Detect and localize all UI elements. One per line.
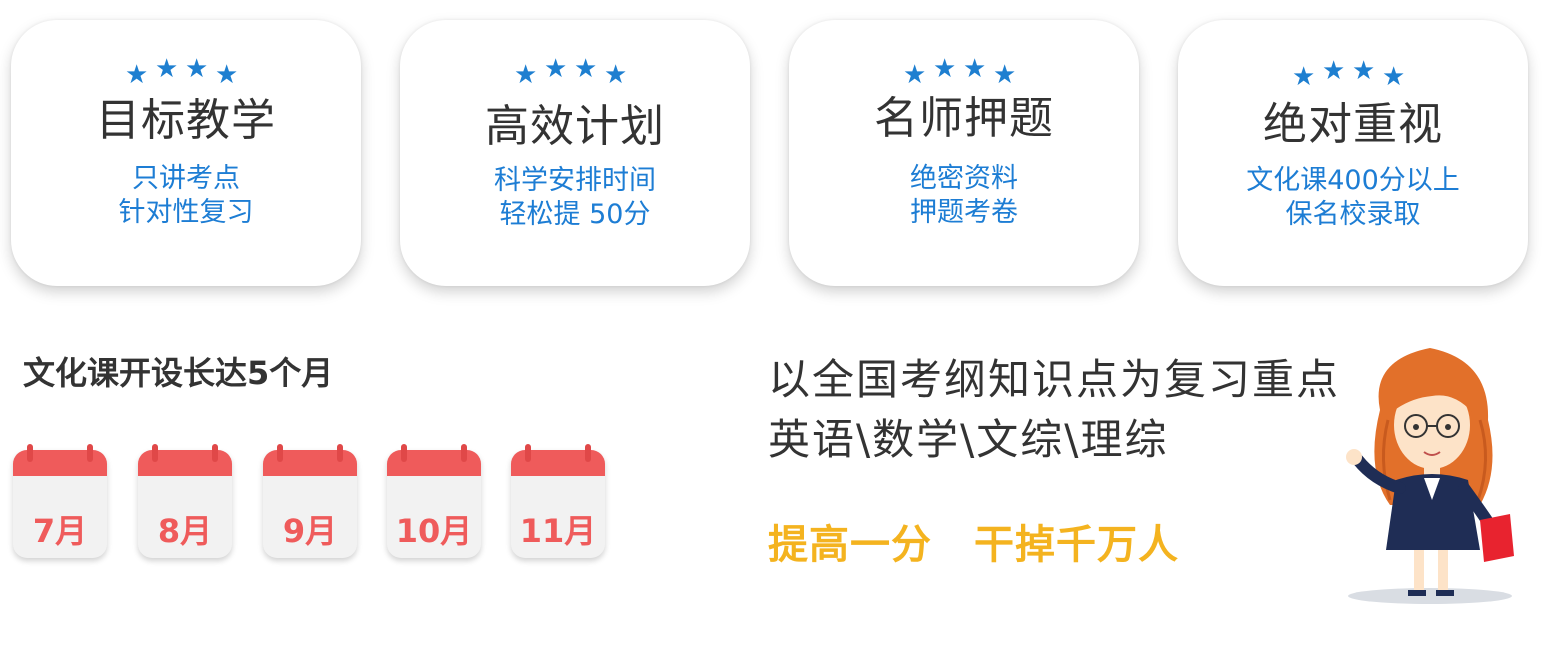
calendar-month: 9月 bbox=[263, 444, 357, 558]
star-icon: ★ bbox=[1352, 56, 1376, 86]
star-icon: ★ bbox=[604, 60, 628, 90]
feature-line: 只讲考点 bbox=[132, 163, 240, 194]
star-icon: ★ bbox=[1322, 56, 1346, 86]
star-icon: ★ bbox=[185, 54, 209, 84]
feature-line: 押题考卷 bbox=[910, 197, 1018, 228]
star-icon: ★ bbox=[155, 54, 179, 84]
star-icon: ★ bbox=[1292, 62, 1316, 92]
feature-line: 保名校录取 bbox=[1285, 199, 1421, 230]
feature-card-4: ★ ★ ★ ★ 绝对重视 文化课400分以上 保名校录取 bbox=[1178, 20, 1528, 286]
tagline-part-1: 提高一分 bbox=[768, 522, 932, 568]
calendar-ring bbox=[401, 444, 407, 462]
calendar-icon: 8月 bbox=[138, 450, 232, 558]
star-icon: ★ bbox=[544, 54, 568, 84]
star-icon: ★ bbox=[514, 60, 538, 90]
month-label: 11月 bbox=[519, 512, 597, 550]
calendar-ring bbox=[277, 444, 283, 462]
feature-title: 目标教学 bbox=[96, 95, 276, 146]
feature-line: 绝密资料 bbox=[910, 163, 1018, 194]
calendar-ring bbox=[525, 444, 531, 462]
calendar-ring bbox=[461, 444, 467, 462]
feature-card-1: ★ ★ ★ ★ 目标教学 只讲考点 针对性复习 bbox=[11, 20, 361, 286]
calendar-month: 10月 bbox=[387, 444, 481, 558]
calendar-ring bbox=[152, 444, 158, 462]
calendar-ring bbox=[212, 444, 218, 462]
feature-line: 轻松提 50分 bbox=[499, 199, 651, 230]
feature-title: 名师押题 bbox=[874, 93, 1054, 144]
feature-title: 绝对重视 bbox=[1263, 99, 1443, 150]
tagline-part-2: 干掉千万人 bbox=[974, 522, 1179, 568]
star-icon: ★ bbox=[1382, 62, 1406, 92]
month-label: 7月 bbox=[32, 512, 88, 550]
slogan-line-1: 以全国考纲知识点为复习重点 bbox=[768, 355, 1341, 404]
calendar-ring bbox=[87, 444, 93, 462]
calendar-ring bbox=[585, 444, 591, 462]
feature-description: 文化课400分以上 保名校录取 bbox=[1178, 164, 1528, 232]
calendar-icon: 11月 bbox=[511, 450, 605, 558]
calendar-icon: 7月 bbox=[13, 450, 107, 558]
calendar-ring bbox=[27, 444, 33, 462]
feature-card-3: ★ ★ ★ ★ 名师押题 绝密资料 押题考卷 bbox=[789, 20, 1139, 286]
calendar-month: 11月 bbox=[511, 444, 605, 558]
star-icon: ★ bbox=[574, 54, 598, 84]
feature-card-2: ★ ★ ★ ★ 高效计划 科学安排时间 轻松提 50分 bbox=[400, 20, 750, 286]
calendar-icon: 9月 bbox=[263, 450, 357, 558]
calendar-ring bbox=[337, 444, 343, 462]
month-label: 10月 bbox=[395, 512, 473, 550]
tagline: 提高一分 干掉千万人 bbox=[768, 512, 1179, 570]
slogan-line-2: 英语\数学\文综\理综 bbox=[768, 415, 1169, 464]
feature-line: 文化课400分以上 bbox=[1246, 165, 1460, 196]
star-rating: ★ ★ ★ ★ bbox=[1178, 56, 1528, 92]
schedule-title: 文化课开设长达5个月 bbox=[23, 354, 334, 392]
feature-description: 只讲考点 针对性复习 bbox=[11, 162, 361, 230]
star-rating: ★ ★ ★ ★ bbox=[400, 56, 750, 92]
star-icon: ★ bbox=[933, 54, 957, 84]
calendar-icon: 10月 bbox=[387, 450, 481, 558]
slogan: 以全国考纲知识点为复习重点 英语\数学\文综\理综 bbox=[768, 350, 1340, 470]
calendar-month: 7月 bbox=[13, 444, 107, 558]
feature-title: 高效计划 bbox=[485, 101, 665, 152]
feature-description: 绝密资料 押题考卷 bbox=[789, 162, 1139, 230]
feature-description: 科学安排时间 轻松提 50分 bbox=[400, 164, 750, 232]
star-icon: ★ bbox=[963, 54, 987, 84]
month-label: 8月 bbox=[157, 512, 213, 550]
feature-line: 针对性复习 bbox=[118, 197, 254, 228]
teacher-icon bbox=[1346, 348, 1514, 604]
feature-line: 科学安排时间 bbox=[494, 165, 656, 196]
month-label: 9月 bbox=[282, 512, 338, 550]
teacher-illustration bbox=[1330, 340, 1530, 610]
calendar-month: 8月 bbox=[138, 444, 232, 558]
